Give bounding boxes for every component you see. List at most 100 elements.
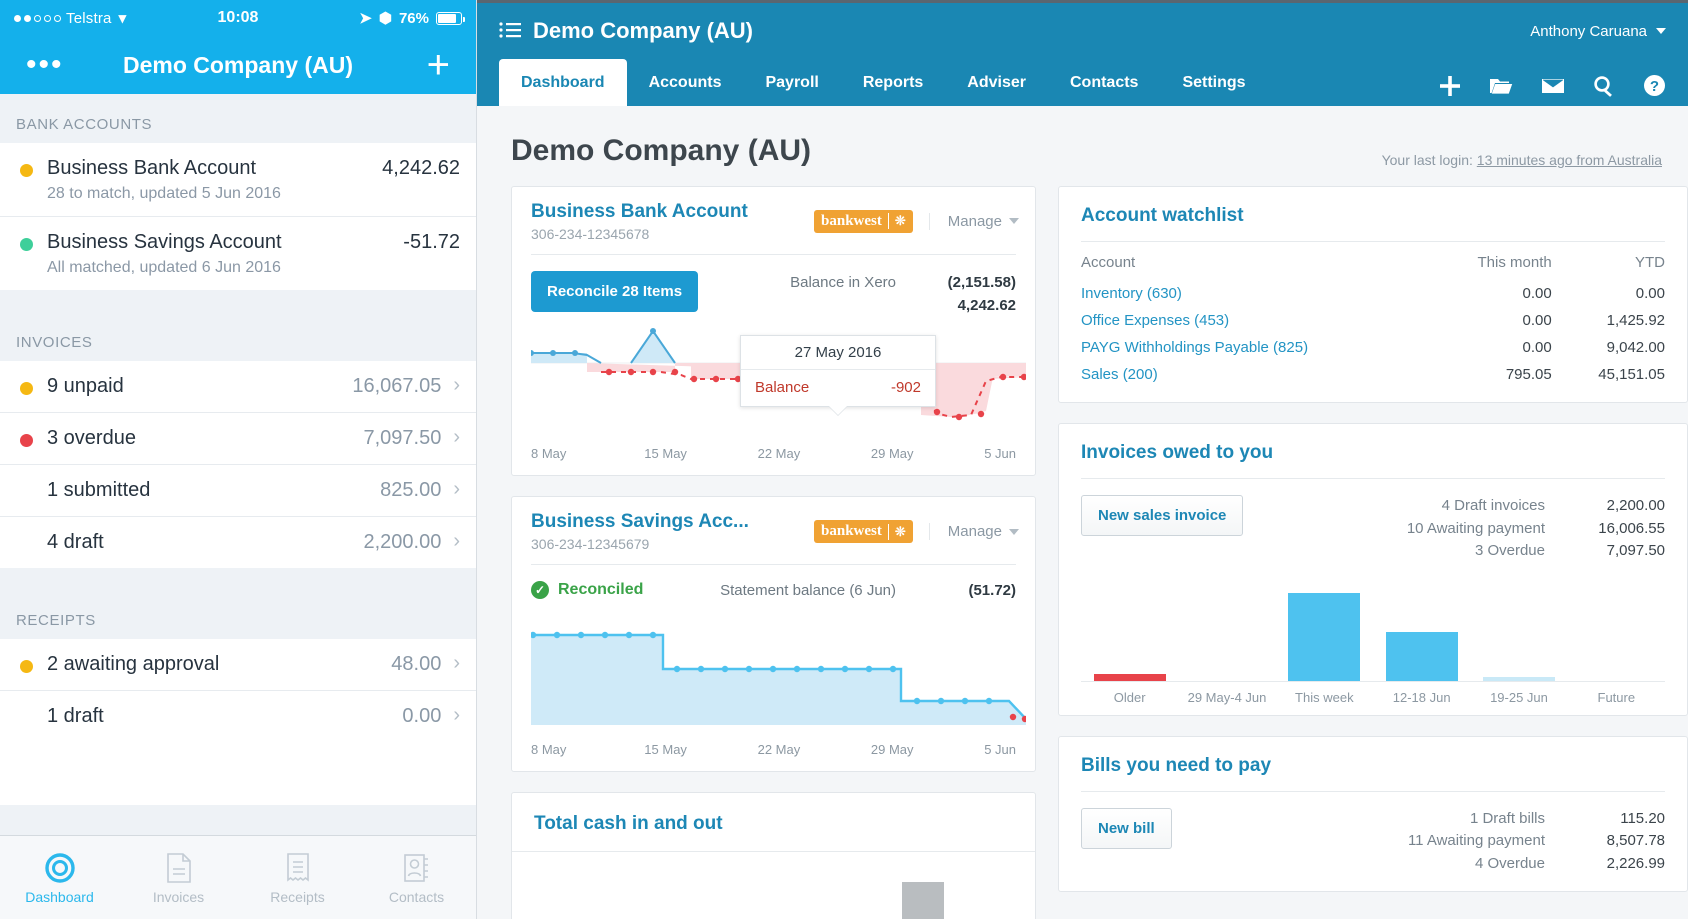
desktop-nav-tabs: Dashboard Accounts Payroll Reports Adviser Co… [477,59,1688,106]
watchlist-account-link[interactable]: Office Expenses (453) [1059,307,1439,334]
chevron-down-icon[interactable] [1656,28,1666,34]
stat-label: 11 Awaiting payment [1407,832,1545,849]
tab-adviser[interactable]: Adviser [945,59,1048,106]
mobile-list-item[interactable]: Business Savings Account All matched, upd… [0,216,476,290]
bankwest-logo: bankwest ❊ [814,209,913,233]
stat-value: 16,006.55 [1598,519,1665,537]
bar[interactable] [1288,592,1361,681]
bills-title[interactable]: Bills you need to pay [1059,737,1687,777]
list-item-main: 2 awaiting approval [47,652,391,677]
status-dot [20,238,33,251]
chevron-right-icon[interactable]: › [453,478,460,501]
axis-tick-label: 5 Jun [984,742,1016,758]
list-item-amount: 2,200.00 [363,531,442,553]
mobile-list-item[interactable]: 4 draft 2,200.00 › [0,516,476,568]
bar[interactable] [1482,676,1555,681]
tab-contacts[interactable]: Contacts [1048,59,1160,106]
tab-dashboard[interactable]: Dashboard [499,59,627,106]
list-item-main: 3 overdue [47,426,363,451]
list-item-main: Business Bank Account 28 to match, update… [47,156,382,203]
status-dot [20,660,33,673]
watchlist-account-link[interactable]: Sales (200) [1059,361,1439,388]
stat-row: 4 Overdue 2,226.99 [1408,853,1665,876]
new-bill-button[interactable]: New bill [1081,807,1172,849]
bar[interactable] [1093,673,1166,681]
cash-card-title[interactable]: Total cash in and out [534,813,1013,835]
savings-account-name[interactable]: Business Savings Acc... [531,511,749,534]
statement-balance-label: Statement balance (6 Jun) [720,581,896,599]
mobile-list-item[interactable]: 1 submitted 825.00 › [0,464,476,516]
invoices-owed-title[interactable]: Invoices owed to you [1059,424,1687,464]
watchlist-column-header: Account [1081,254,1136,271]
mobile-tab-contacts[interactable]: Contacts [357,851,476,905]
mobile-add-button[interactable]: + [427,45,450,85]
org-menu[interactable]: Demo Company (AU) [499,18,753,44]
watchlist-account-link[interactable]: PAYG Withholdings Payable (825) [1059,334,1439,361]
tab-reports[interactable]: Reports [841,59,945,106]
invoice-icon [119,851,238,885]
dashboard-icon [0,851,119,885]
chevron-right-icon[interactable]: › [453,704,460,727]
bank-account-name[interactable]: Business Bank Account [531,201,748,224]
status-dot [20,712,33,725]
invoices-owed-card: Invoices owed to you New sales invoice 4… [1058,423,1688,716]
chevron-down-icon[interactable] [1009,218,1019,225]
chevron-right-icon[interactable]: › [453,426,460,449]
watchlist-title[interactable]: Account watchlist [1059,187,1687,227]
new-sales-invoice-button[interactable]: New sales invoice [1081,495,1244,536]
envelope-icon[interactable] [1541,77,1565,95]
bar[interactable] [1385,631,1458,681]
folder-icon[interactable] [1489,76,1513,96]
last-login-value[interactable]: 13 minutes ago from Australia [1477,152,1662,168]
stat-row: 10 Awaiting payment 16,006.55 [1407,518,1665,541]
tooltip-row: Balance -902 [741,370,935,406]
tab-payroll[interactable]: Payroll [743,59,840,106]
chevron-right-icon[interactable]: › [453,652,460,675]
list-item-title: 9 unpaid [47,375,124,397]
chevron-right-icon[interactable]: › [453,530,460,553]
search-icon[interactable] [1593,75,1615,97]
list-item-amount: 4,242.62 [382,157,460,179]
bank-account-number: 306-234-12345678 [531,225,650,242]
plus-icon[interactable] [1439,75,1461,97]
mobile-tab-dashboard[interactable]: Dashboard [0,851,119,905]
bills-body: New bill 1 Draft bills 115.20 11 Awaiting … [1059,792,1687,876]
check-circle-icon: ✓ [531,581,549,600]
manage-bank-account-menu[interactable]: Manage [928,212,1019,230]
mobile-list-item[interactable]: Business Bank Account 28 to match, update… [0,143,476,216]
chevron-down-icon[interactable] [1009,528,1019,535]
bar-group [1276,577,1373,681]
mobile-tab-bar: Dashboard Invoices Receipts Contacts [0,835,476,919]
chevron-right-icon[interactable]: › [453,374,460,397]
bar-group [1178,577,1275,681]
axis-tick-label: 22 May [757,742,801,758]
mobile-section-gap [0,568,476,590]
hamburger-menu-icon[interactable] [499,18,521,44]
user-menu[interactable]: Anthony Caruana [1530,23,1666,40]
stat-row: 4 Draft invoices 2,200.00 [1407,495,1665,518]
mobile-list-item[interactable]: 3 overdue 7,097.50 › [0,412,476,464]
mobile-list-item[interactable]: 9 unpaid 16,067.05 › [0,361,476,412]
mobile-list-item[interactable]: 1 draft 0.00 › [0,690,476,742]
help-icon[interactable]: ? [1643,74,1666,97]
status-dot [20,538,33,551]
mobile-tab-receipts[interactable]: Receipts [238,851,357,905]
mobile-list-item[interactable]: 2 awaiting approval 48.00 › [0,639,476,690]
watchlist-account-link[interactable]: Inventory (630) [1059,280,1439,307]
watchlist-header-row: Account This month YTD [1059,242,1687,280]
mobile-tab-invoices[interactable]: Invoices [119,851,238,905]
list-item-subtitle: 28 to match, updated 5 Jun 2016 [47,185,281,202]
mobile-panel: Telstra ▾ 10:08 ➤ ⬢ 76% ••• Demo Company… [0,0,477,919]
stat-label: 3 Overdue [1474,542,1545,559]
savings-account-card: Business Savings Acc... 306-234-12345679… [511,496,1036,773]
tab-settings[interactable]: Settings [1160,59,1267,106]
savings-status-row: ✓ Reconciled Statement balance (6 Jun) (… [512,565,1035,600]
manage-savings-account-menu[interactable]: Manage [928,523,1019,541]
mobile-nav-title: Demo Company (AU) [122,51,353,78]
tab-accounts[interactable]: Accounts [627,59,744,106]
mobile-status-bar: Telstra ▾ 10:08 ➤ ⬢ 76% [0,0,476,36]
bar-category-label: 12-18 Jun [1392,689,1451,705]
cash-card-inner: Total cash in and out [512,793,1035,835]
stat-value: 2,200.00 [1606,497,1665,514]
reconcile-button[interactable]: Reconcile 28 Items [531,270,699,312]
